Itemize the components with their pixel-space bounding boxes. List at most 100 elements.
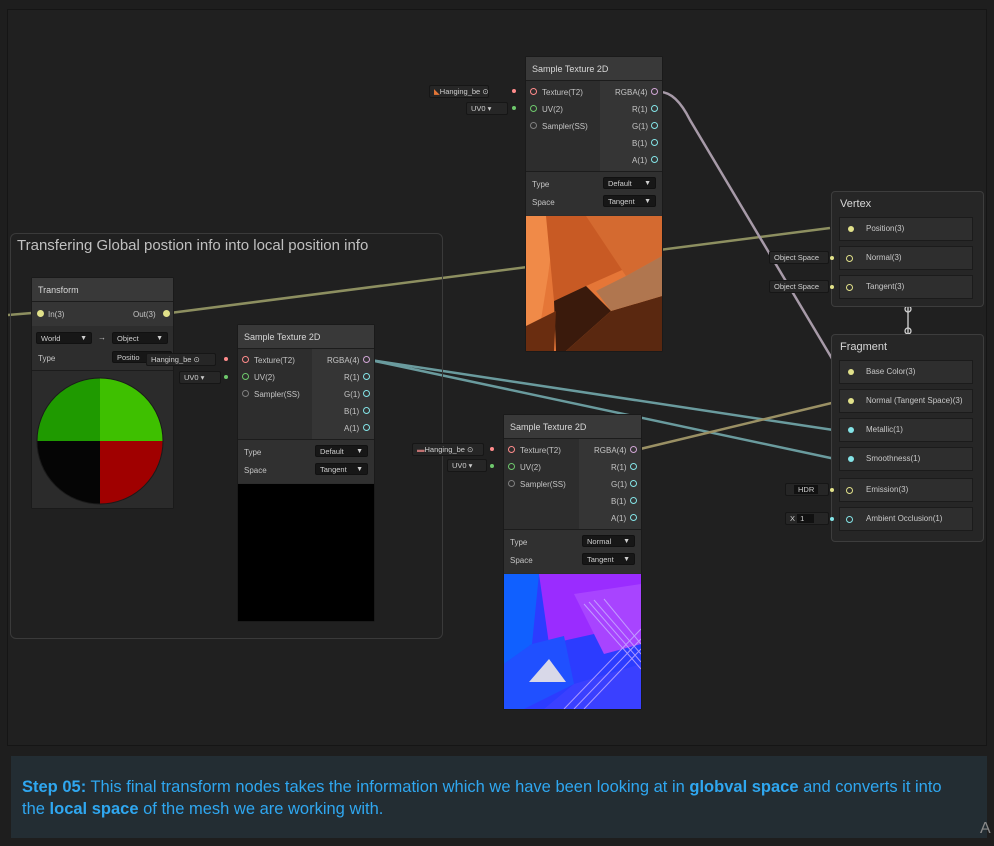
normal-ts-port[interactable] — [848, 398, 854, 404]
b-output-port[interactable] — [363, 407, 370, 414]
fragment-slot-normal[interactable]: Normal (Tangent Space)(3) — [839, 389, 973, 413]
texture-input-label: Texture(T2) — [254, 356, 295, 365]
texture-connector-dot — [224, 357, 228, 361]
b-output-port[interactable] — [630, 497, 637, 504]
g-output-port[interactable] — [651, 122, 658, 129]
a-output-port[interactable] — [630, 514, 637, 521]
sample-texture-title: Sample Texture 2D — [238, 325, 374, 349]
fragment-slot-smoothness[interactable]: Smoothness(1) — [839, 447, 973, 471]
r-output-port[interactable] — [363, 373, 370, 380]
uv-input-dot — [512, 89, 516, 93]
uv-input-port[interactable] — [508, 463, 515, 470]
space-dropdown[interactable]: Tangent ▼ — [603, 195, 656, 207]
sample-texture-title: Sample Texture 2D — [504, 415, 641, 439]
texture-asset-icon: ▬ — [417, 445, 425, 454]
texture-input-port[interactable] — [530, 88, 537, 95]
from-space-dropdown[interactable]: World ▼ — [36, 332, 92, 344]
uv-input-chip-middle[interactable]: UV0 ▾ — [179, 371, 221, 384]
texture-input-port[interactable] — [242, 356, 249, 363]
position-port[interactable] — [848, 226, 854, 232]
vertex-slot-normal[interactable]: Normal(3) — [839, 246, 973, 270]
type-dropdown[interactable]: Default ▼ — [315, 445, 368, 457]
vertex-slot-tangent[interactable]: Tangent(3) — [839, 275, 973, 299]
smoothness-port[interactable] — [848, 456, 854, 462]
basecolor-port[interactable] — [848, 369, 854, 375]
sampler-input-port[interactable] — [508, 480, 515, 487]
fragment-slot-metallic[interactable]: Metallic(1) — [839, 418, 973, 442]
transform-in-label: In(3) — [48, 310, 65, 319]
a-output-port[interactable] — [363, 424, 370, 431]
tangent-space-chip[interactable]: Object Space — [769, 280, 829, 293]
b-output-label: B(1) — [611, 497, 627, 506]
sampler-input-port[interactable] — [242, 390, 249, 397]
g-output-port[interactable] — [630, 480, 637, 487]
uv-connector-dot — [224, 375, 228, 379]
uv-input-port[interactable] — [530, 105, 537, 112]
a-output-label: A(1) — [611, 514, 627, 523]
rgba-output-port[interactable] — [651, 88, 658, 95]
r-output-port[interactable] — [630, 463, 637, 470]
vertex-slot-position[interactable]: Position(3) — [839, 217, 973, 241]
r-output-label: R(1) — [344, 373, 360, 382]
sample-texture-node-middle[interactable]: Sample Texture 2D Texture(T2) UV(2) Samp… — [237, 324, 375, 622]
sample-texture-node-bottom[interactable]: Sample Texture 2D Texture(T2) UV(2) Samp… — [503, 414, 642, 710]
sample-texture-node-top[interactable]: Sample Texture 2D Texture(T2) UV(2) Samp… — [525, 56, 663, 352]
uv-input-port[interactable] — [242, 373, 249, 380]
normal-space-chip[interactable]: Object Space — [769, 251, 829, 264]
caption-text: Step 05: This final transform nodes take… — [22, 778, 942, 818]
type-dropdown[interactable]: Default ▼ — [603, 177, 656, 189]
caption-step: Step 05: — [22, 778, 87, 796]
fragment-slot-emission[interactable]: Emission(3) — [839, 478, 973, 502]
a-output-port[interactable] — [651, 156, 658, 163]
transform-node[interactable]: Transform In(3) Out(3) World ▼ → Object ▼ … — [31, 277, 174, 509]
space-label: Space — [510, 556, 533, 565]
rgba-output-port[interactable] — [363, 356, 370, 363]
texture-input-chip-top[interactable]: ◣Hanging_be ⊙ — [429, 85, 489, 98]
rgba-output-label: RGBA(4) — [615, 88, 648, 97]
space-dropdown[interactable]: Tangent ▼ — [315, 463, 368, 475]
texture-input-port[interactable] — [508, 446, 515, 453]
chevron-down-icon: ▼ — [644, 180, 651, 187]
g-output-label: G(1) — [632, 122, 648, 131]
caption-box: Step 05: This final transform nodes take… — [11, 756, 987, 838]
transform-out-port[interactable] — [163, 310, 170, 317]
ao-value-chip[interactable]: X 1 — [785, 512, 829, 525]
r-output-label: R(1) — [611, 463, 627, 472]
emission-port[interactable] — [846, 487, 853, 494]
g-output-port[interactable] — [363, 390, 370, 397]
metallic-port[interactable] — [848, 427, 854, 433]
a-output-label: A(1) — [344, 424, 360, 433]
chevron-down-icon: ▼ — [623, 538, 630, 545]
rgba-output-port[interactable] — [630, 446, 637, 453]
texture-input-chip-bottom[interactable]: ▬Hanging_be ⊙ — [412, 443, 484, 456]
space-dropdown[interactable]: Tangent ▼ — [582, 553, 635, 565]
b-output-label: B(1) — [344, 407, 360, 416]
transform-in-port[interactable] — [37, 310, 44, 317]
space-label: Space — [244, 466, 267, 475]
emission-hdr-chip[interactable]: HDR — [785, 483, 829, 496]
r-output-port[interactable] — [651, 105, 658, 112]
uv-input-chip-top[interactable]: UV0 ▾ — [466, 102, 508, 115]
to-space-dropdown[interactable]: Object ▼ — [112, 332, 168, 344]
type-dropdown[interactable]: Normal ▼ — [582, 535, 635, 547]
ao-value-field[interactable]: 1 — [797, 514, 815, 523]
chevron-down-icon: ▼ — [644, 198, 651, 205]
sampler-input-label: Sampler(SS) — [520, 480, 566, 489]
type-label: Type — [510, 538, 528, 547]
sampler-input-port[interactable] — [530, 122, 537, 129]
transform-arrow: → — [98, 333, 106, 342]
b-output-port[interactable] — [651, 139, 658, 146]
uv-input-chip-bottom[interactable]: UV0 ▾ — [447, 459, 487, 472]
normal-port[interactable] — [846, 255, 853, 262]
type-label: Type — [532, 180, 550, 189]
group-title[interactable]: Transfering Global postion info into loc… — [17, 237, 368, 254]
b-output-label: B(1) — [632, 139, 648, 148]
ao-connector-dot — [830, 517, 834, 521]
tangent-port[interactable] — [846, 284, 853, 291]
fragment-slot-basecolor[interactable]: Base Color(3) — [839, 360, 973, 384]
fragment-slot-ao[interactable]: Ambient Occlusion(1) — [839, 507, 973, 531]
rgba-output-label: RGBA(4) — [327, 356, 360, 365]
texture-input-chip-middle[interactable]: Hanging_be ⊙ — [146, 353, 216, 366]
ao-port[interactable] — [846, 516, 853, 523]
texture-preview-orange — [526, 216, 662, 351]
